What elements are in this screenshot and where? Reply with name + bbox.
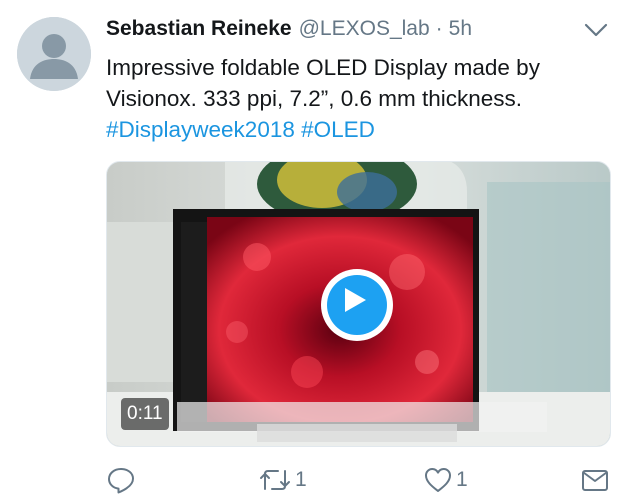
video-player[interactable]: 0:11 <box>106 161 611 447</box>
video-duration-badge: 0:11 <box>121 398 169 430</box>
heart-icon <box>425 468 451 492</box>
hashtag-link[interactable]: #Displayweek2018 <box>106 117 295 142</box>
author-handle[interactable]: @LEXOS_lab <box>299 17 430 41</box>
tweet-header: Sebastian Reineke @LEXOS_lab · 5h <box>106 17 583 47</box>
tweet-text: Impressive foldable OLED Display made by… <box>106 52 606 145</box>
retweet-count: 1 <box>295 468 307 491</box>
hashtag-link[interactable]: #OLED <box>301 117 375 142</box>
retweet-icon <box>260 470 290 490</box>
tweet-text-line: Impressive foldable OLED Display made by <box>106 55 540 80</box>
author-name[interactable]: Sebastian Reineke <box>106 17 292 41</box>
more-options-button[interactable] <box>583 20 609 40</box>
direct-message-button[interactable] <box>580 462 610 498</box>
separator-dot: · <box>435 17 443 40</box>
tweet-actions: 1 1 <box>106 462 611 498</box>
like-button[interactable]: 1 <box>423 462 468 498</box>
reply-icon <box>108 468 134 494</box>
play-icon <box>345 288 366 312</box>
hashtag-line: #Displayweek2018 #OLED <box>106 114 606 145</box>
play-button[interactable] <box>321 269 393 341</box>
reply-button[interactable] <box>106 462 136 498</box>
envelope-icon <box>582 470 608 491</box>
like-count: 1 <box>456 468 468 491</box>
avatar[interactable] <box>17 17 91 91</box>
retweet-button[interactable]: 1 <box>258 462 307 498</box>
tweet-timestamp[interactable]: 5h <box>449 17 472 41</box>
tweet-text-line: Visionox. 333 ppi, 7.2”, 0.6 mm thicknes… <box>106 86 523 111</box>
default-avatar-icon <box>17 17 91 91</box>
chevron-down-icon <box>584 23 608 37</box>
